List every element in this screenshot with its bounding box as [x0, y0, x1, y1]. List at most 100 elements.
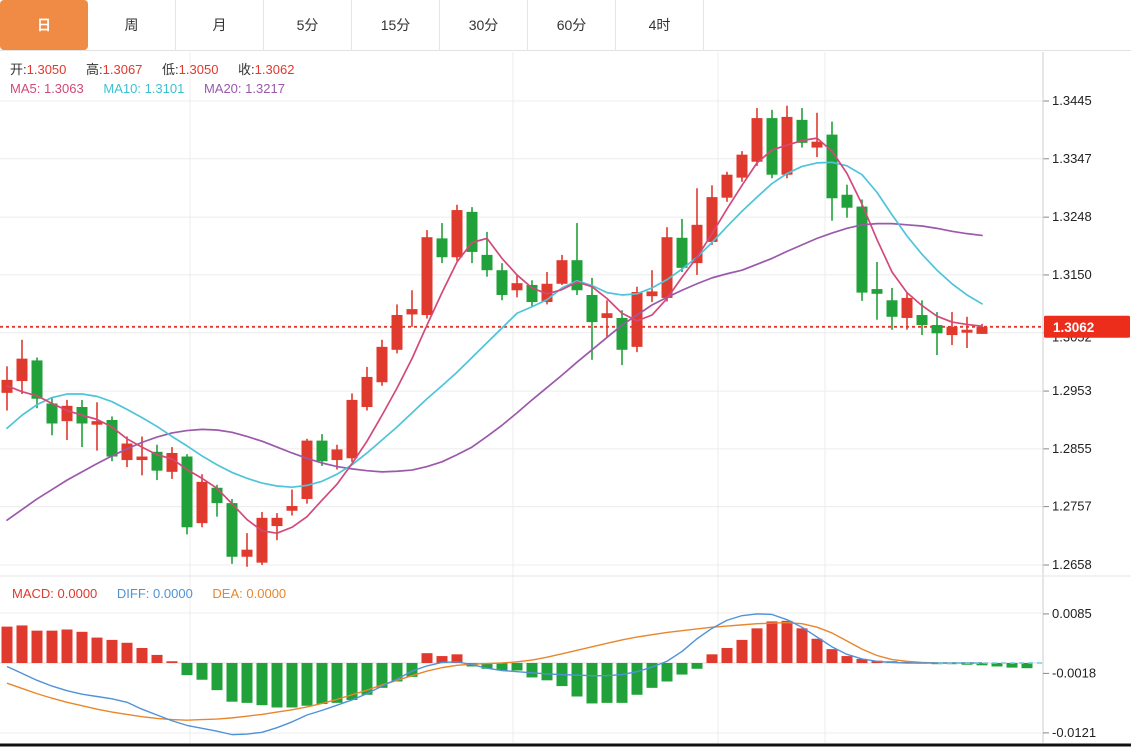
price-axis-tick: 1.2855	[1052, 441, 1092, 456]
candle	[887, 300, 898, 317]
tab-week[interactable]: 周	[88, 0, 176, 50]
ma20-line	[7, 224, 982, 521]
price-axis-tick: 1.3445	[1052, 93, 1092, 108]
price-axis-tick: 1.2757	[1052, 499, 1092, 514]
candle	[212, 488, 223, 503]
macd-axis-tick: -0.0121	[1052, 725, 1096, 740]
macd-bar	[2, 627, 13, 663]
price-axis-tick: 1.2953	[1052, 383, 1092, 398]
ma5-value: 1.3063	[44, 81, 84, 96]
macd-bar	[272, 663, 283, 707]
diff-label: DIFF:	[117, 586, 150, 601]
macd-bar	[107, 640, 118, 663]
macd-bar	[137, 648, 148, 663]
macd-axis-tick: 0.0085	[1052, 606, 1092, 621]
macd-bar	[527, 663, 538, 677]
tab-30min[interactable]: 30分	[440, 0, 528, 50]
candle	[842, 195, 853, 208]
candle	[377, 347, 388, 382]
ma5-label: MA5:	[10, 81, 40, 96]
macd-bar	[707, 654, 718, 663]
macd-bar	[812, 639, 823, 663]
candle	[872, 289, 883, 294]
candle	[122, 444, 133, 461]
macd-bar	[317, 663, 328, 704]
candle	[827, 135, 838, 199]
low-value: 1.3050	[179, 62, 219, 77]
candle	[752, 118, 763, 162]
candle	[302, 441, 313, 499]
tab-4hour[interactable]: 4时	[616, 0, 704, 50]
panel-borders	[0, 52, 1131, 747]
chart-canvas[interactable]: 1.34451.33471.32481.31501.30521.29531.28…	[0, 0, 1131, 751]
candle	[857, 207, 868, 293]
candle	[272, 518, 283, 526]
tab-15min[interactable]: 15分	[352, 0, 440, 50]
candle	[332, 449, 343, 460]
candle	[242, 550, 253, 557]
candle	[587, 295, 598, 322]
candle	[47, 403, 58, 423]
tab-day[interactable]: 日	[0, 0, 88, 50]
macd-bar	[692, 663, 703, 669]
candle	[32, 360, 43, 398]
period-gridlines	[190, 52, 825, 743]
ma20-value: 1.3217	[245, 81, 285, 96]
macd-bar	[122, 643, 133, 663]
last-price-badge: 1.3062	[1044, 316, 1130, 338]
macd-bar	[47, 631, 58, 663]
candle	[932, 325, 943, 333]
macd-bar	[62, 629, 73, 663]
candle	[722, 175, 733, 198]
macd-bar	[422, 653, 433, 663]
candle	[977, 327, 988, 334]
tabbar-filler	[704, 0, 1131, 50]
tab-month[interactable]: 月	[176, 0, 264, 50]
price-gridlines	[0, 101, 1049, 565]
tab-60min[interactable]: 60分	[528, 0, 616, 50]
price-axis-tick: 1.2658	[1052, 557, 1092, 572]
candle	[197, 482, 208, 523]
kline-chart-app: 1.34451.33471.32481.31501.30521.29531.28…	[0, 0, 1131, 751]
macd-bar	[662, 663, 673, 681]
tab-5min[interactable]: 5分	[264, 0, 352, 50]
candle	[287, 506, 298, 511]
candle	[497, 270, 508, 295]
macd-readout: MACD: 0.0000 DIFF: 0.0000 DEA: 0.0000	[12, 586, 302, 601]
macd-bar	[842, 656, 853, 663]
candle	[452, 210, 463, 257]
candle	[737, 155, 748, 178]
macd-bar	[677, 663, 688, 675]
macd-bar	[182, 663, 193, 675]
macd-axis-labels: 0.0085-0.0018-0.0121	[1043, 606, 1096, 740]
macd-bar	[197, 663, 208, 680]
candle	[662, 237, 673, 298]
candle	[767, 118, 778, 175]
low-label: 低:	[162, 62, 179, 77]
macd-bar	[17, 625, 28, 663]
ma10-value: 1.3101	[145, 81, 185, 96]
macd-bar	[782, 621, 793, 663]
macd-bar	[827, 649, 838, 663]
candle	[362, 377, 373, 407]
candle	[347, 400, 358, 458]
dea-line	[7, 623, 982, 721]
price-axis-tick: 1.3150	[1052, 267, 1092, 282]
macd-bar	[257, 663, 268, 705]
macd-bar	[617, 663, 628, 703]
candle	[392, 315, 403, 350]
candle	[557, 260, 568, 284]
candle	[17, 359, 28, 381]
close-value: 1.3062	[255, 62, 295, 77]
ma-readout: MA5: 1.3063 MA10: 1.3101 MA20: 1.3217	[10, 81, 301, 96]
macd-value: 0.0000	[58, 586, 98, 601]
candle	[467, 212, 478, 252]
candle	[947, 327, 958, 335]
macd-bar	[212, 663, 223, 690]
candle	[677, 238, 688, 268]
macd-bar	[152, 655, 163, 663]
price-axis-tick: 1.3248	[1052, 209, 1092, 224]
macd-bar	[242, 663, 253, 703]
macd-bar	[602, 663, 613, 703]
dea-label: DEA:	[212, 586, 242, 601]
